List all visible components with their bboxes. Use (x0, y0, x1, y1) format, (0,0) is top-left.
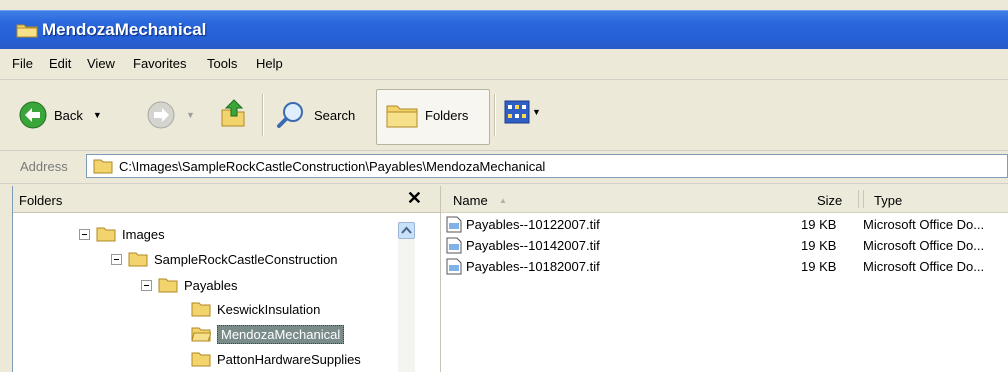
sort-ascending-icon: ▲ (499, 196, 507, 205)
menu-bar: File Edit View Favorites Tools Help (0, 49, 1008, 80)
folder-icon (128, 252, 148, 267)
up-folder-icon (221, 99, 245, 127)
close-icon[interactable]: ✕ (407, 188, 422, 209)
column-header-name[interactable]: Name (453, 193, 488, 208)
address-bar: Address C:\Images\SampleRockCastleConstr… (0, 151, 1008, 184)
file-name: Payables--10122007.tif (466, 217, 600, 232)
menu-help[interactable]: Help (256, 56, 283, 71)
tree-item-mendozamechanical[interactable]: MendozaMechanical (191, 323, 345, 345)
open-folder-icon (191, 327, 211, 342)
folders-button[interactable]: Folders (376, 89, 490, 145)
file-row[interactable]: Payables--10142007.tif 19 KB Microsoft O… (441, 235, 1008, 257)
address-input[interactable]: C:\Images\SampleRockCastleConstruction\P… (86, 154, 1008, 178)
column-header-type[interactable]: Type (874, 193, 902, 208)
search-icon (277, 102, 303, 128)
tree-item-payables[interactable]: Payables (141, 274, 237, 296)
collapse-icon[interactable] (141, 279, 152, 291)
folder-icon (158, 278, 178, 293)
tree-item-images[interactable]: Images (79, 223, 165, 245)
file-size: 19 KB (801, 217, 837, 232)
file-size: 19 KB (801, 259, 837, 274)
search-button[interactable]: Search (276, 100, 355, 130)
views-icon (504, 100, 530, 124)
forward-arrow-icon (147, 101, 175, 129)
scroll-up-button[interactable] (398, 222, 415, 239)
toolbar: Back ▼ ▼ Search Folders ▼ (0, 80, 1008, 151)
address-path: C:\Images\SampleRockCastleConstruction\P… (119, 159, 546, 174)
folders-pane: Folders ✕ Images SampleRockCastleConstru… (12, 186, 440, 372)
file-row[interactable]: Payables--10122007.tif 19 KB Microsoft O… (441, 214, 1008, 236)
address-label: Address (20, 159, 68, 174)
file-type: Microsoft Office Do... (863, 238, 985, 253)
column-header-size[interactable]: Size (817, 193, 842, 208)
file-name: Payables--10182007.tif (466, 259, 600, 274)
folder-icon (191, 302, 211, 317)
chevron-down-icon[interactable]: ▼ (93, 110, 102, 120)
up-folder-button[interactable] (218, 96, 248, 130)
vertical-scrollbar[interactable] (398, 222, 415, 372)
menu-edit[interactable]: Edit (49, 56, 71, 71)
folders-icon (386, 105, 418, 128)
chevron-up-icon (401, 226, 412, 234)
menu-favorites[interactable]: Favorites (133, 56, 186, 71)
file-type: Microsoft Office Do... (863, 259, 985, 274)
explorer-window: MendozaMechanical File Edit View Favorit… (0, 0, 1008, 372)
folders-pane-title: Folders (19, 193, 63, 208)
file-list: Name ▲ Size Type Payables--10122007.tif … (440, 186, 1008, 372)
collapse-icon[interactable] (79, 228, 90, 240)
back-arrow-icon (19, 101, 47, 129)
folder-icon (96, 227, 116, 242)
views-button[interactable]: ▼ (504, 100, 541, 124)
title-bar[interactable]: MendozaMechanical (0, 10, 1008, 49)
menu-file[interactable]: File (12, 56, 33, 71)
back-button[interactable]: Back ▼ (18, 100, 102, 130)
chevron-down-icon[interactable]: ▼ (186, 110, 195, 120)
menu-view[interactable]: View (87, 56, 115, 71)
folder-icon (93, 159, 113, 174)
selected-folder-label: MendozaMechanical (217, 324, 345, 344)
tree-item-pattonhardwaresupplies[interactable]: PattonHardwareSupplies (191, 348, 361, 370)
forward-button[interactable]: ▼ (146, 100, 195, 130)
image-file-icon (446, 216, 462, 233)
file-type: Microsoft Office Do... (863, 217, 985, 232)
list-header: Name ▲ Size Type (441, 186, 1008, 213)
tree-item-keswickinsulation[interactable]: KeswickInsulation (191, 298, 320, 320)
file-row[interactable]: Payables--10182007.tif 19 KB Microsoft O… (441, 256, 1008, 278)
menu-tools[interactable]: Tools (207, 56, 237, 71)
window-title: MendozaMechanical (42, 20, 207, 39)
chevron-down-icon[interactable]: ▼ (532, 107, 541, 117)
folder-icon (191, 352, 211, 367)
file-size: 19 KB (801, 238, 837, 253)
tree-item-samplerockcastleconstruction[interactable]: SampleRockCastleConstruction (111, 248, 338, 270)
file-name: Payables--10142007.tif (466, 238, 600, 253)
folder-icon (16, 24, 38, 38)
folders-pane-header: Folders ✕ (13, 186, 440, 213)
collapse-icon[interactable] (111, 253, 122, 265)
image-file-icon (446, 237, 462, 254)
image-file-icon (446, 258, 462, 275)
